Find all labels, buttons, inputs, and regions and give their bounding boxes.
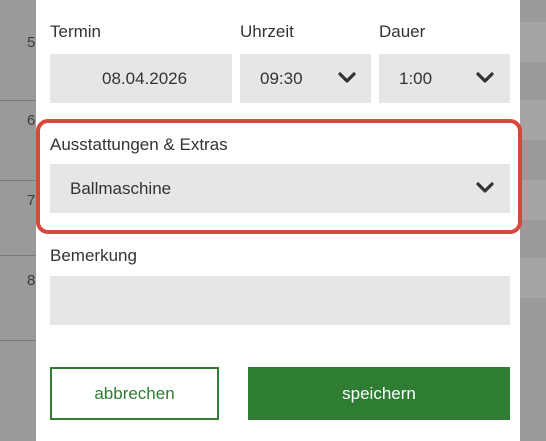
background-cell — [520, 22, 546, 62]
date-value: 08.04.2026 — [102, 69, 188, 88]
row-number: 7 — [27, 192, 36, 209]
row-divider — [0, 180, 36, 181]
date-field[interactable]: 08.04.2026 — [50, 54, 232, 103]
chevron-down-icon — [338, 71, 356, 85]
row-number: 6 — [27, 112, 36, 129]
background-cell — [520, 100, 546, 140]
background-cell — [520, 258, 546, 298]
time-select[interactable]: 09:30 — [240, 54, 371, 103]
highlight-frame — [36, 119, 522, 234]
remark-label: Bemerkung — [50, 246, 137, 265]
save-button[interactable]: speichern — [248, 367, 510, 420]
remark-input[interactable] — [50, 276, 510, 325]
time-label: Uhrzeit — [240, 22, 294, 41]
row-divider — [0, 100, 36, 101]
duration-select[interactable]: 1:00 — [379, 54, 510, 103]
cancel-button[interactable]: abbrechen — [50, 367, 219, 420]
background-table-right — [520, 0, 546, 441]
row-divider — [0, 340, 36, 341]
chevron-down-icon — [476, 71, 494, 85]
row-number: 8 — [27, 272, 36, 289]
duration-label: Dauer — [379, 22, 426, 41]
time-value: 09:30 — [260, 69, 303, 88]
background-cell — [520, 180, 546, 220]
row-divider — [0, 255, 36, 256]
background-table-left — [0, 0, 36, 441]
duration-value: 1:00 — [399, 69, 433, 88]
row-number: 5 — [27, 34, 36, 51]
date-label: Termin — [50, 22, 102, 41]
